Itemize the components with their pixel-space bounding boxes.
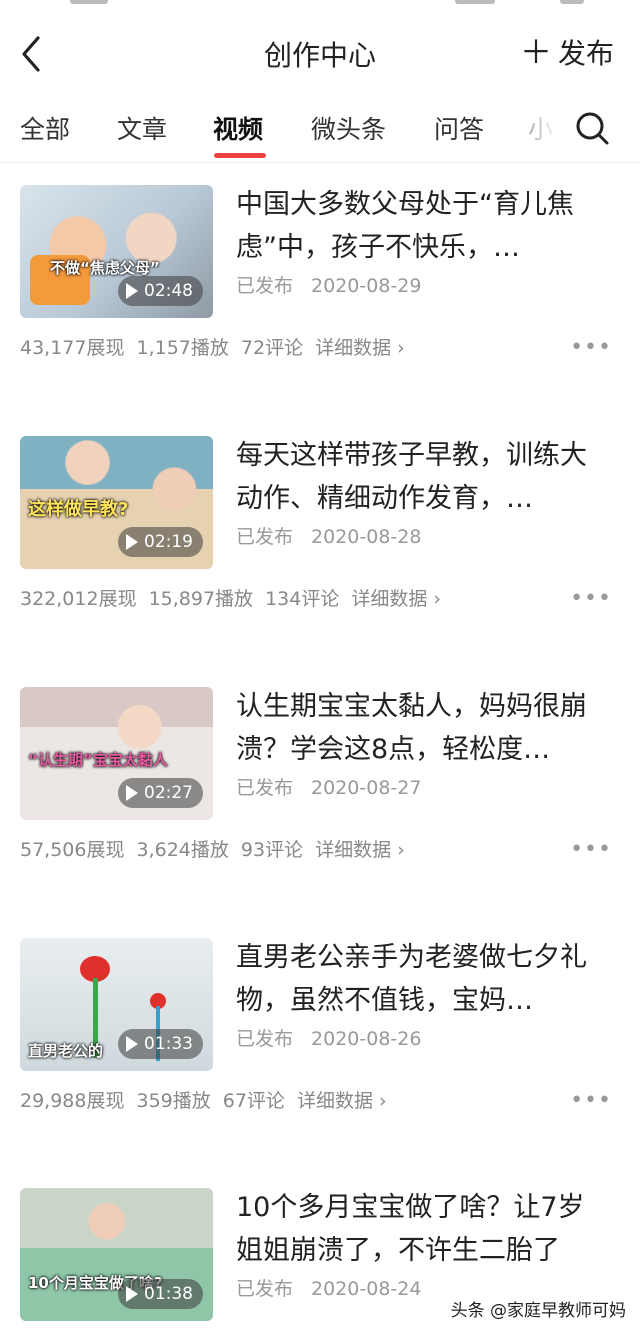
video-item[interactable]: 不做“焦虑父母” 02:48 中国大多数父母处于“育儿焦虑”中，孩子不快乐，… …	[0, 163, 640, 413]
status-label: 已发布	[236, 1028, 294, 1050]
duration-badge: 02:48	[118, 276, 203, 306]
publish-date: 2020-08-29	[311, 275, 422, 297]
views-count: 57,506展现	[20, 839, 125, 861]
search-icon	[576, 112, 609, 145]
publish-date: 2020-08-24	[311, 1278, 422, 1300]
stats-row: 43,177展现 1,157播放 72评论 详细数据 ›	[20, 333, 417, 360]
status-bar	[0, 0, 640, 6]
video-item[interactable]: 直男老公的 01:33 直男老公亲手为老婆做七夕礼物，虽然不值钱，宝妈… 已发布…	[0, 916, 640, 1166]
video-thumbnail[interactable]: “认生期”宝宝太黏人 02:27	[20, 687, 213, 820]
video-title[interactable]: 直男老公亲手为老婆做七夕礼物，虽然不值钱，宝妈…	[236, 936, 606, 1022]
stats-row: 322,012展现 15,897播放 134评论 详细数据 ›	[20, 584, 453, 611]
tab-articles[interactable]: 文章	[117, 110, 167, 146]
more-options-icon[interactable]: •••	[570, 1088, 612, 1113]
duration-badge: 01:38	[118, 1279, 203, 1309]
status-label: 已发布	[236, 777, 294, 799]
publish-meta: 已发布 2020-08-26	[236, 1024, 421, 1051]
play-icon	[126, 1036, 138, 1052]
more-options-icon[interactable]: •••	[570, 335, 612, 360]
play-icon	[126, 283, 138, 299]
publish-label: 发布	[557, 37, 614, 70]
tab-micro-posts[interactable]: 微头条	[311, 110, 386, 146]
detail-data-link[interactable]: 详细数据 ›	[315, 337, 405, 359]
video-item[interactable]: “认生期”宝宝太黏人 02:27 认生期宝宝太黏人，妈妈很崩溃？学会这8点，轻松…	[0, 665, 640, 915]
plus-icon: ＋	[519, 33, 552, 71]
video-title[interactable]: 10个多月宝宝做了啥？让7岁姐姐崩溃了，不许生二胎了	[236, 1186, 606, 1272]
plays-count: 3,624播放	[136, 839, 229, 861]
publish-button[interactable]: ＋ 发布	[520, 32, 614, 72]
views-count: 29,988展现	[20, 1090, 125, 1112]
tabs-fade	[520, 96, 570, 162]
tab-qa[interactable]: 问答	[434, 110, 484, 146]
publish-meta: 已发布 2020-08-28	[236, 522, 421, 549]
views-count: 322,012展现	[20, 588, 137, 610]
plays-count: 359播放	[136, 1090, 211, 1112]
video-title[interactable]: 每天这样带孩子早教，训练大动作、精细动作发育，…	[236, 434, 606, 520]
status-label: 已发布	[236, 275, 294, 297]
tab-videos[interactable]: 视频	[213, 110, 263, 146]
publish-meta: 已发布 2020-08-27	[236, 773, 421, 800]
play-icon	[126, 1286, 138, 1302]
more-options-icon[interactable]: •••	[570, 586, 612, 611]
tab-all[interactable]: 全部	[20, 110, 70, 146]
publish-date: 2020-08-27	[311, 777, 422, 799]
tab-active-underline	[214, 153, 266, 158]
video-title[interactable]: 中国大多数父母处于“育儿焦虑”中，孩子不快乐，…	[236, 183, 606, 269]
video-title[interactable]: 认生期宝宝太黏人，妈妈很崩溃？学会这8点，轻松度…	[236, 685, 606, 771]
video-thumbnail[interactable]: 10个月宝宝做了啥? 01:38	[20, 1188, 213, 1321]
more-options-icon[interactable]: •••	[570, 837, 612, 862]
status-label: 已发布	[236, 526, 294, 548]
play-icon	[126, 534, 138, 550]
publish-date: 2020-08-26	[311, 1028, 422, 1050]
detail-data-link[interactable]: 详细数据 ›	[351, 588, 441, 610]
duration-badge: 02:27	[118, 778, 203, 808]
publish-meta: 已发布 2020-08-29	[236, 271, 421, 298]
publish-meta: 已发布 2020-08-24	[236, 1274, 421, 1301]
video-thumbnail[interactable]: 不做“焦虑父母” 02:48	[20, 185, 213, 318]
duration-badge: 02:19	[118, 527, 203, 557]
plays-count: 15,897播放	[148, 588, 254, 610]
video-thumbnail[interactable]: 这样做早教? 02:19	[20, 436, 213, 569]
plays-count: 1,157播放	[136, 337, 229, 359]
stats-row: 29,988展现 359播放 67评论 详细数据 ›	[20, 1086, 399, 1113]
detail-data-link[interactable]: 详细数据 ›	[315, 839, 405, 861]
publish-date: 2020-08-28	[311, 526, 422, 548]
video-item[interactable]: 这样做早教? 02:19 每天这样带孩子早教，训练大动作、精细动作发育，… 已发…	[0, 414, 640, 664]
comments-count: 67评论	[222, 1090, 285, 1112]
stats-row: 57,506展现 3,624播放 93评论 详细数据 ›	[20, 835, 417, 862]
comments-count: 134评论	[265, 588, 340, 610]
comments-count: 93评论	[240, 839, 304, 861]
category-tabs: 全部 文章 视频 微头条 问答 小	[0, 96, 640, 163]
play-icon	[126, 785, 138, 801]
status-label: 已发布	[236, 1278, 294, 1300]
video-thumbnail[interactable]: 直男老公的 01:33	[20, 938, 213, 1071]
views-count: 43,177展现	[20, 337, 125, 359]
source-watermark: 头条 @家庭早教师可妈	[450, 1301, 626, 1321]
app-header: 创作中心 ＋ 发布	[0, 18, 640, 90]
search-button[interactable]	[574, 108, 610, 148]
duration-badge: 01:33	[118, 1029, 203, 1059]
comments-count: 72评论	[240, 337, 304, 359]
detail-data-link[interactable]: 详细数据 ›	[297, 1090, 387, 1112]
